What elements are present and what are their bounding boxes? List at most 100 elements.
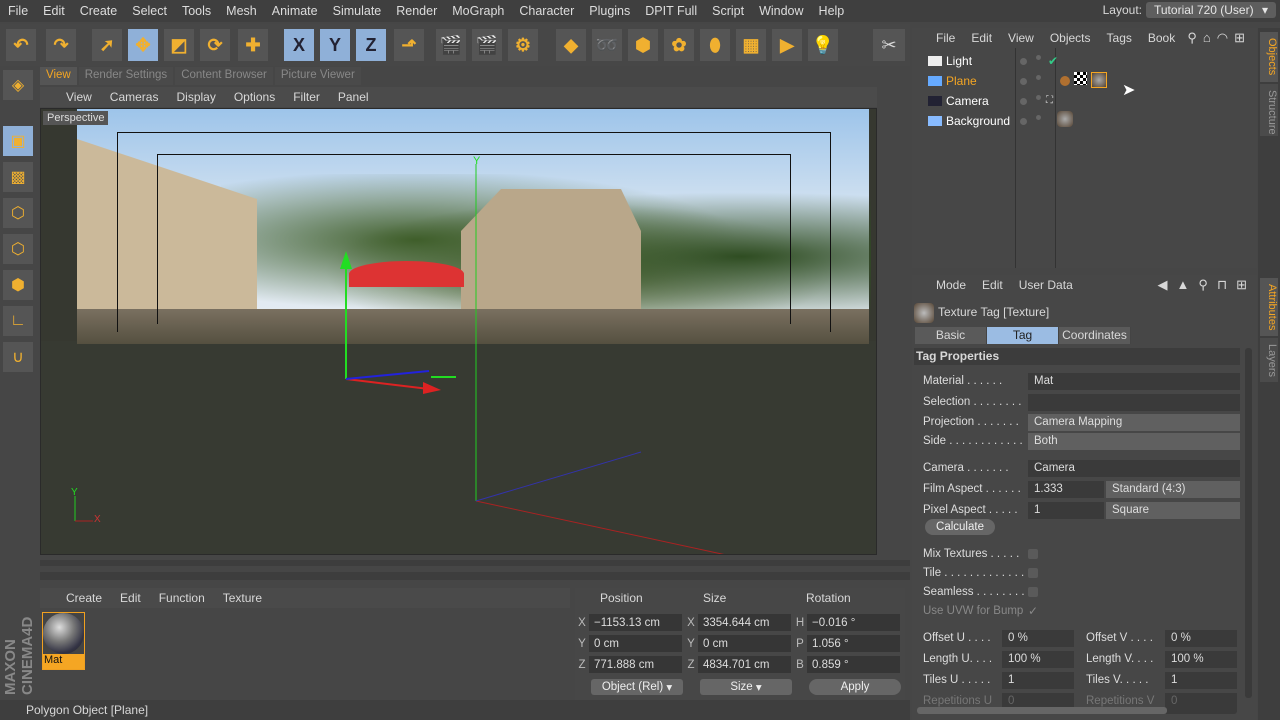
search-icon[interactable]: ⚲ [1198,277,1208,293]
attribute-menu-edit[interactable]: Edit [982,278,1003,292]
film_aspect-field[interactable]: 1.333 [1028,480,1104,498]
object-menu-tags[interactable]: Tags [1107,31,1132,45]
tools-icon[interactable]: ✂ [873,29,905,61]
rot-field[interactable]: 0.859 ° [807,656,900,673]
render-visibility-dot[interactable] [1036,75,1041,80]
viewport-menu-cameras[interactable]: Cameras [110,90,159,104]
scrollbar-thumb[interactable] [917,707,1167,714]
menu-simulate[interactable]: Simulate [333,4,382,18]
menu-edit[interactable]: Edit [43,4,65,18]
camera-field[interactable]: Camera [1028,459,1240,477]
z-axis-lock-icon[interactable]: Z [356,29,386,61]
floor-icon[interactable]: ▦ [736,29,766,61]
size-mode-dropdown[interactable]: Size ▾ [700,679,792,695]
editor-visibility-dot[interactable] [1020,58,1027,65]
lock-icon[interactable]: ⊓ [1217,277,1227,293]
apply-button[interactable]: Apply [809,679,901,695]
menu-script[interactable]: Script [712,4,744,18]
tab-tag[interactable]: Tag [987,327,1059,344]
menu-mesh[interactable]: Mesh [226,4,257,18]
offset_u-field[interactable]: 0 % [1002,629,1074,647]
length_u-field[interactable]: 100 % [1002,650,1074,668]
nurbs-icon[interactable]: ⬢ [628,29,658,61]
rot-field[interactable]: −0.016 ° [807,614,900,631]
home-icon[interactable]: ⌂ [1203,30,1211,46]
phong-tag-icon[interactable] [1060,76,1070,86]
menu-help[interactable]: Help [819,4,845,18]
menu-animate[interactable]: Animate [272,4,318,18]
last-tool-icon[interactable]: ✚ [238,29,268,61]
viewport-menu-display[interactable]: Display [176,90,215,104]
viewport-menu-view[interactable]: View [66,90,92,104]
vertical-scrollbar[interactable] [1245,348,1252,698]
length_v-field[interactable]: 100 % [1165,650,1237,668]
layout-dropdown[interactable]: Tutorial 720 (User) ▾ [1146,2,1276,18]
menu-tools[interactable]: Tools [182,4,211,18]
tab-content-browser[interactable]: Content Browser [175,67,273,85]
menu-dpit-full[interactable]: DPIT Full [645,4,697,18]
enabled-check-icon[interactable]: ✔ [1048,54,1058,68]
menu-create[interactable]: Create [80,4,118,18]
y-axis-lock-icon[interactable]: Y [320,29,350,61]
object-menu-edit[interactable]: Edit [971,31,992,45]
offset_v-field[interactable]: 0 % [1165,629,1237,647]
magnet-icon[interactable]: ∪ [3,342,33,372]
menu-mograph[interactable]: MoGraph [452,4,504,18]
make-editable-icon[interactable]: ◈ [3,70,33,100]
object-row-background[interactable]: Background [912,111,1257,131]
rot-field[interactable]: 1.056 ° [807,635,900,652]
mix_textures-checkbox[interactable] [1028,549,1038,559]
tab-picture-viewer[interactable]: Picture Viewer [274,67,361,85]
projection-field[interactable]: Camera Mapping [1028,413,1240,431]
uvw-tag-icon[interactable] [1074,72,1087,85]
menu-window[interactable]: Window [759,4,803,18]
tile-checkbox[interactable] [1028,568,1038,578]
light-icon[interactable]: 💡 [808,29,838,61]
menu-character[interactable]: Character [519,4,574,18]
texture-mode-icon[interactable]: ▩ [3,162,33,192]
layout-selector[interactable]: Layout: Tutorial 720 (User) ▾ [1103,2,1276,18]
object-menu-file[interactable]: File [936,31,955,45]
edges-mode-icon[interactable]: ⬡ [3,234,33,264]
back-arrow-icon[interactable]: ◀ [1158,277,1168,293]
up-arrow-icon[interactable]: ▲ [1177,277,1190,293]
render-visibility-dot[interactable] [1036,55,1041,60]
camera-label[interactable]: Perspective [43,111,109,125]
film_aspect-preset-dropdown[interactable]: Standard (4:3) [1106,480,1240,498]
pos-field[interactable]: −1153.13 cm [589,614,682,631]
camera-icon[interactable]: ▶ [772,29,802,61]
camera-target-tag-icon[interactable]: ⛶ [1046,95,1053,106]
menu-plugins[interactable]: Plugins [589,4,630,18]
menu-file[interactable]: File [8,4,28,18]
rotate-icon[interactable]: ⟳ [200,29,230,61]
render-visibility-dot[interactable] [1036,95,1041,100]
render-picture-viewer-icon[interactable]: 🎬 [472,29,502,61]
material-menu-edit[interactable]: Edit [120,591,141,605]
object-menu-objects[interactable]: Objects [1050,31,1091,45]
tab-objects[interactable]: Objects [1260,32,1278,82]
pixel_aspect-field[interactable]: 1 [1028,501,1104,519]
viewport-menu-panel[interactable]: Panel [338,90,369,104]
seamless-checkbox[interactable] [1028,587,1038,597]
eye-icon[interactable]: ◠ [1217,30,1228,46]
horizontal-scrollbar[interactable] [917,707,1237,714]
selection-field[interactable] [1028,393,1240,411]
tab-attributes[interactable]: Attributes [1260,278,1278,336]
move-icon[interactable]: ✥ [128,29,158,61]
timeline-bar[interactable] [40,572,910,580]
search-icon[interactable]: ⚲ [1187,30,1197,46]
viewport-menu-filter[interactable]: Filter [293,90,320,104]
tab-structure[interactable]: Structure [1260,84,1278,136]
editor-visibility-dot[interactable] [1020,98,1027,105]
model-mode-icon[interactable]: ▣ [3,126,33,156]
tab-view[interactable]: View [40,67,77,85]
coordinate-mode-dropdown[interactable]: Object (Rel) ▾ [591,679,683,695]
attribute-menu-user-data[interactable]: User Data [1019,278,1073,292]
tab-layers[interactable]: Layers [1260,338,1278,382]
size-field[interactable]: 4834.701 cm [698,656,791,673]
object-row-camera[interactable]: Camera [912,91,1257,111]
live-selection-icon[interactable]: ➚ [92,29,122,61]
new-window-icon[interactable]: ⊞ [1236,277,1247,293]
points-mode-icon[interactable]: ⬡ [3,198,33,228]
tab-coordinates[interactable]: Coordinates [1059,327,1131,344]
